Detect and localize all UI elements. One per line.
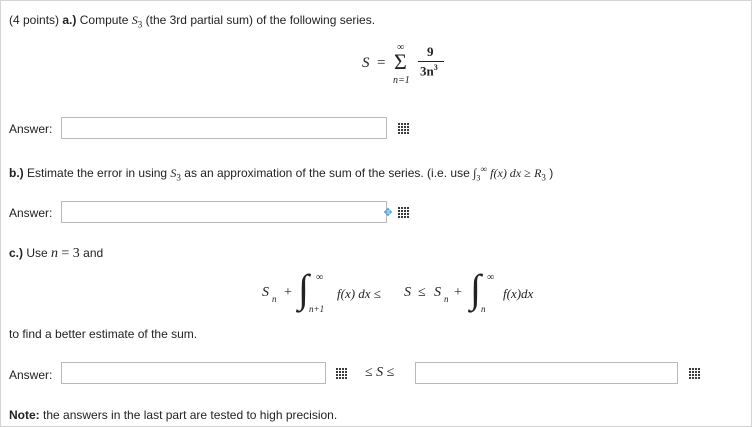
answer-input-b[interactable] [61,201,387,223]
answer-input-c-upper[interactable] [415,362,678,384]
ineq-plus-2: + [454,285,462,300]
r-subscript: 3 [541,172,546,183]
points-label: (4 points) [9,13,60,27]
part-a-label: a.) [62,13,77,27]
s3-subscript: 3 [137,19,143,30]
matrix-grid-icon[interactable] [398,207,410,219]
formula-lhs: S [362,55,370,71]
integrand-b: f(x) dx ≥ [490,166,531,180]
part-a-heading: (4 points) a.) Compute S3 (the 3rd parti… [9,13,375,29]
part-b-text-pre: Estimate the error in using [27,166,168,180]
part-a-text-pre: Compute [79,13,129,27]
part-b-text-mid: as an approximation of the sum of the se… [184,166,470,180]
n-symbol: n [51,246,59,261]
part-c-heading: c.) Use n = 3 and [9,246,103,262]
answer-input-a[interactable] [61,117,387,139]
integral-upper-b: ∞ [480,164,487,174]
matrix-grid-icon[interactable] [398,123,410,135]
answer-input-c-lower[interactable] [61,362,326,384]
ineq-left-sub: n [272,294,277,304]
fraction-bar [418,61,444,62]
ineq-le: ≤ [418,285,426,300]
part-c-text-post: and [83,246,104,260]
ineq-mid-s: S [404,285,411,300]
n-equals: = 3 [61,246,80,261]
formula-eq: = [377,55,386,71]
den-coef: 3n [420,63,434,79]
part-c-label: c.) [9,246,24,260]
s3-subscript-b: 3 [176,172,181,183]
note-text: the answers in the last part are tested … [43,408,338,422]
int2-lower: n [481,304,486,314]
matrix-grid-icon[interactable] [689,368,701,380]
int2-body: f(x)dx [503,286,534,301]
ineq-right-sub: n [444,294,449,304]
move-cursor-icon: ✥ [383,207,393,219]
answer-label-a: Answer: [9,122,53,136]
middle-inequality: ≤ S ≤ [365,365,394,381]
frac-denominator: 3n3 [420,63,438,79]
part-a-text-post: (the 3rd partial sum) of the following s… [145,13,376,27]
ineq-right-s: S [434,285,441,300]
note: Note: the answers in the last part are t… [9,408,337,422]
frac-numerator: 9 [427,44,434,59]
answer-label-b: Answer: [9,206,53,220]
den-exp: 3 [433,63,438,72]
sigma-symbol: Σ [394,49,407,74]
matrix-grid-icon[interactable] [336,368,348,380]
part-b-label: b.) [9,166,24,180]
int1-upper: ∞ [316,272,324,283]
int2-upper: ∞ [487,272,495,283]
integral-symbol-2: ∫ [470,266,481,311]
ineq-left-s: S [262,285,269,300]
part-c-text-after: to find a better estimate of the sum. [9,327,198,341]
ineq-plus-1: + [284,285,292,300]
part-b-heading: b.) Estimate the error in using S3 as an… [9,164,553,182]
sigma-lower: n=1 [393,75,410,86]
part-b-close: ) [549,166,554,180]
answer-label-c: Answer: [9,368,53,382]
int1-body: f(x) dx ≤ [337,286,381,301]
middle-inequality-text: ≤ S ≤ [365,365,395,380]
int1-lower: n+1 [309,304,325,314]
integral-symbol-1: ∫ [298,266,309,311]
part-c-text-pre: Use [26,246,48,260]
note-label: Note: [9,408,40,422]
integral-lower-b: 3 [476,173,481,183]
